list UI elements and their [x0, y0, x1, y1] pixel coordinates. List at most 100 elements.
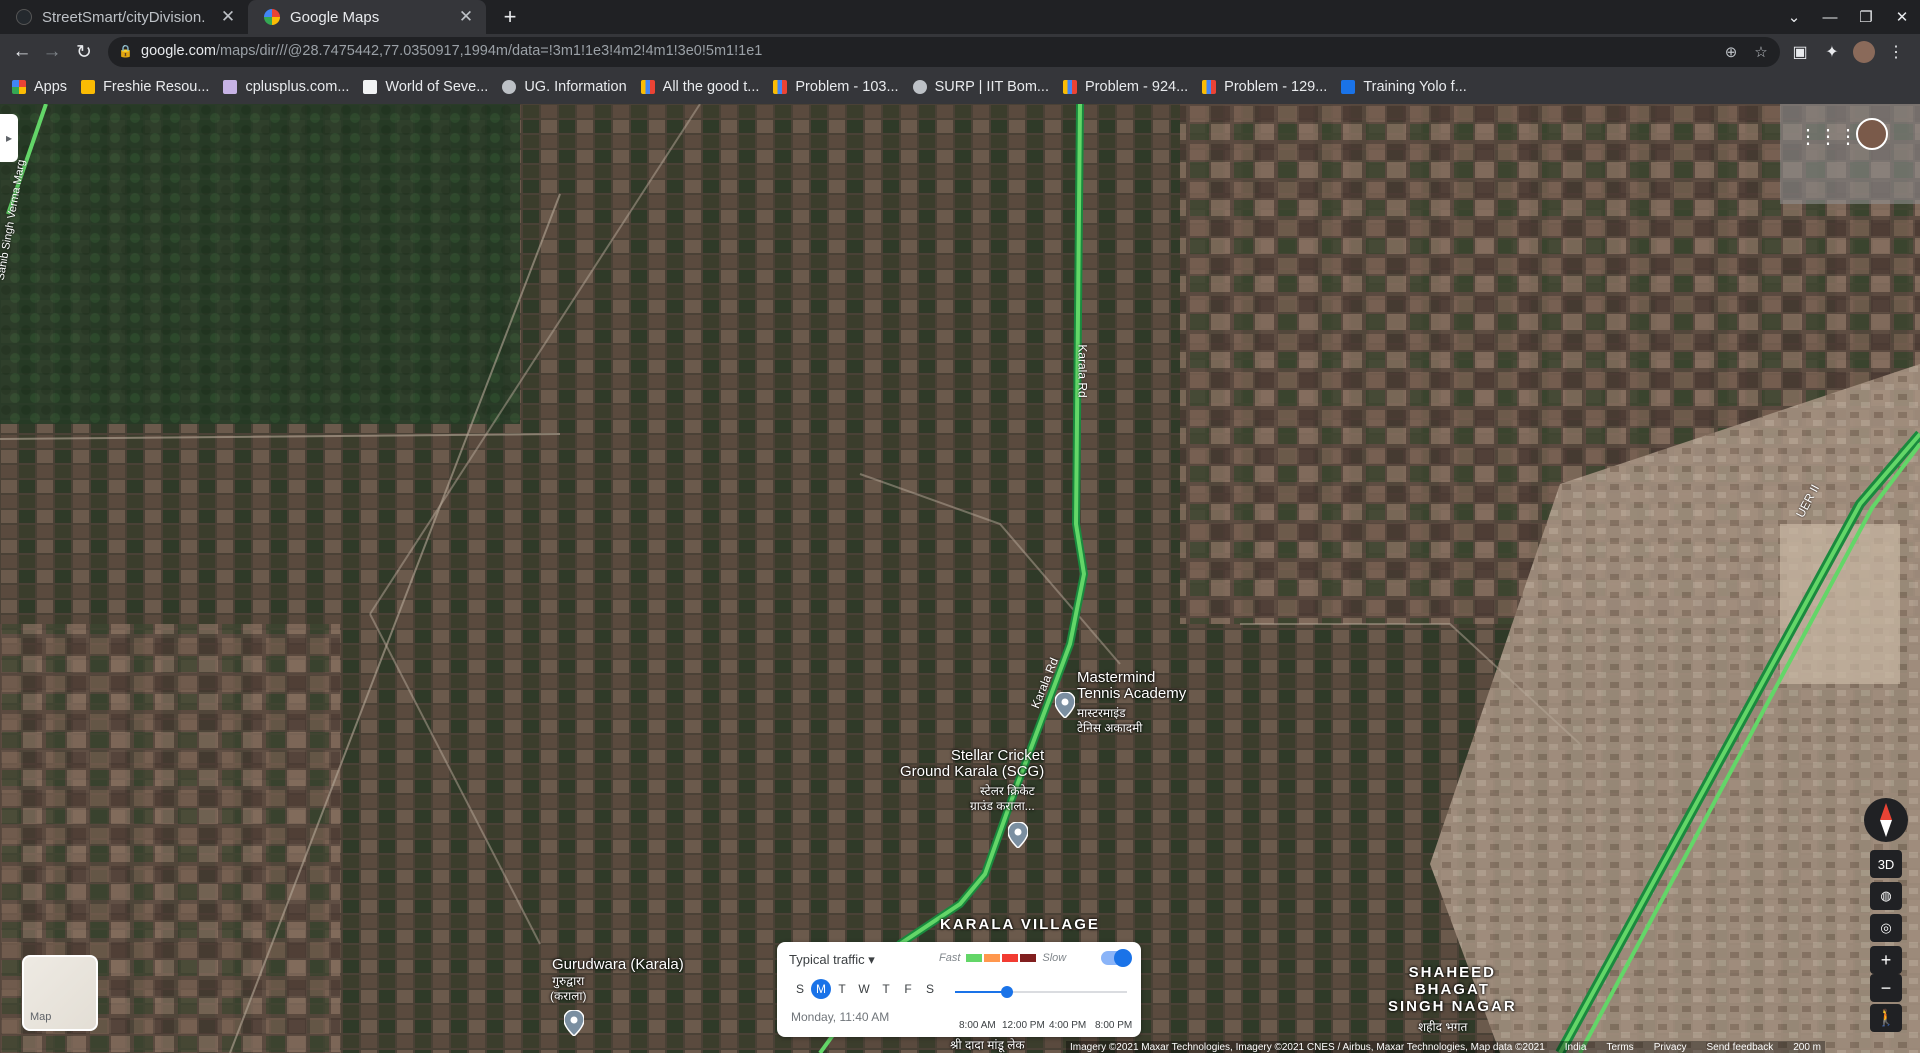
- tab-google-maps[interactable]: Google Maps ✕: [248, 0, 486, 34]
- privacy-link[interactable]: Privacy: [1654, 1042, 1687, 1053]
- place-label-bottom-local: श्री दादा मांडू लेक: [950, 1038, 1025, 1052]
- map-layer-switcher[interactable]: Map: [22, 955, 98, 1031]
- reload-icon[interactable]: ↻: [70, 38, 98, 66]
- legend-swatch: [984, 954, 1001, 962]
- zoom-out-button[interactable]: −: [1870, 974, 1902, 1002]
- close-icon[interactable]: ✕: [218, 7, 238, 27]
- send-feedback-link[interactable]: Send feedback: [1706, 1042, 1773, 1053]
- bookmarks-bar: Apps Freshie Resou... cplusplus.com... W…: [0, 70, 1920, 104]
- place-pin-icon[interactable]: [1008, 822, 1028, 848]
- area-label-shaheed-local: शहीद भगत: [1418, 1020, 1468, 1034]
- address-bar[interactable]: 🔒 google.com/maps/dir///@28.7475442,77.0…: [108, 37, 1780, 67]
- collapse-side-panel-button[interactable]: ▸: [0, 114, 18, 162]
- menu-kebab-icon[interactable]: ⋮: [1884, 40, 1908, 64]
- bookmark-label: World of Seve...: [385, 79, 489, 95]
- site-icon: [1341, 80, 1356, 94]
- install-app-icon[interactable]: ⊕: [1722, 43, 1740, 61]
- bookmark-label: cplusplus.com...: [245, 79, 350, 95]
- legend-swatch: [966, 954, 983, 962]
- tab-streetsmart[interactable]: StreetSmart/cityDivision. ✕: [0, 0, 248, 34]
- close-icon[interactable]: ✕: [456, 7, 476, 27]
- bookmark-cplusplus[interactable]: cplusplus.com...: [223, 79, 349, 95]
- maximize-button[interactable]: ❐: [1848, 0, 1884, 34]
- layer-label: Map: [30, 1011, 52, 1023]
- day-monday[interactable]: M: [811, 979, 831, 999]
- extension-icon[interactable]: ▣: [1788, 40, 1812, 64]
- bookmark-surp[interactable]: SURP | IIT Bom...: [912, 79, 1049, 95]
- tick-label: 4:00 PM: [1049, 1020, 1087, 1031]
- close-window-button[interactable]: ✕: [1884, 0, 1920, 34]
- minimize-button[interactable]: —: [1812, 0, 1848, 34]
- back-arrow-icon[interactable]: ←: [8, 38, 36, 66]
- traffic-mode-label: Typical traffic: [789, 952, 865, 967]
- compass-icon[interactable]: [1864, 798, 1908, 842]
- place-label-stellar-cricket[interactable]: Stellar Cricket Ground Karala (SCG): [900, 748, 1044, 780]
- zoom-in-button[interactable]: +: [1870, 946, 1902, 974]
- bookmark-problem-924[interactable]: Problem - 924...: [1063, 79, 1188, 95]
- day-wednesday[interactable]: W: [853, 979, 875, 999]
- traffic-mode-dropdown[interactable]: Typical traffic ▾: [789, 952, 875, 968]
- bookmark-problem-129[interactable]: Problem - 129...: [1202, 79, 1327, 95]
- traffic-toggle[interactable]: [1101, 949, 1132, 967]
- apps-grid-icon: [12, 80, 26, 94]
- puzzle-extensions-icon[interactable]: ✦: [1820, 40, 1844, 64]
- map-canvas[interactable]: ▸ ⋮⋮⋮ Karala Rd Karala Rd UER II Sahib S…: [0, 104, 1920, 1053]
- my-location-icon[interactable]: ◎: [1870, 914, 1902, 942]
- traffic-legend: Fast Slow: [939, 952, 1066, 964]
- day-sunday[interactable]: S: [789, 979, 811, 999]
- bookmark-ug-information[interactable]: UG. Information: [502, 79, 627, 95]
- bookmark-world-of-seven[interactable]: World of Seve...: [363, 79, 488, 95]
- day-friday[interactable]: F: [897, 979, 919, 999]
- legend-swatch: [1020, 954, 1037, 962]
- road-label-karala-rd: Karala Rd: [1075, 344, 1090, 398]
- codeforces-icon: [1063, 80, 1077, 94]
- day-thursday[interactable]: T: [875, 979, 897, 999]
- tick-label: 12:00 PM: [1002, 1020, 1045, 1031]
- globe-view-icon[interactable]: ◍: [1870, 882, 1902, 910]
- pegman-street-view-icon[interactable]: 🚶: [1870, 1004, 1902, 1032]
- tab-title: Google Maps: [290, 8, 380, 26]
- terms-link[interactable]: Terms: [1606, 1042, 1633, 1053]
- new-tab-button[interactable]: +: [498, 4, 522, 29]
- profile-avatar[interactable]: [1853, 41, 1875, 63]
- account-avatar[interactable]: [1856, 118, 1888, 150]
- tilt-3d-button[interactable]: 3D: [1870, 850, 1902, 878]
- tab-strip: StreetSmart/cityDivision. ✕ Google Maps …: [0, 0, 1920, 34]
- bookmark-label: Apps: [34, 79, 68, 95]
- lock-icon: 🔒: [118, 44, 133, 58]
- bookmark-freshie[interactable]: Freshie Resou...: [81, 79, 209, 95]
- time-slider-knob[interactable]: [1000, 986, 1013, 998]
- day-selector: S M T W T F S: [789, 979, 941, 999]
- forward-arrow-icon[interactable]: →: [38, 38, 66, 66]
- legend-fast-label: Fast: [939, 952, 961, 964]
- url-text[interactable]: google.com/maps/dir///@28.7475442,77.035…: [141, 43, 762, 59]
- legend-slow-label: Slow: [1042, 952, 1067, 964]
- day-saturday[interactable]: S: [919, 979, 941, 999]
- place-label-gurudwara[interactable]: Gurudwara (Karala): [552, 956, 684, 973]
- scale-bar[interactable]: 200 m: [1793, 1042, 1821, 1053]
- place-label-mastermind-tennis[interactable]: Mastermind Tennis Academy: [1077, 670, 1186, 702]
- tab-search-icon[interactable]: ⌄: [1776, 0, 1812, 34]
- day-tuesday[interactable]: T: [831, 979, 853, 999]
- place-pin-icon[interactable]: [1055, 692, 1075, 718]
- cplusplus-icon: [223, 80, 238, 94]
- area-label-karala-village: KARALA VILLAGE: [940, 916, 1100, 933]
- google-maps-icon: [264, 9, 280, 25]
- place-pin-icon[interactable]: [564, 1010, 584, 1036]
- time-slider[interactable]: [955, 986, 1127, 998]
- country-link[interactable]: India: [1565, 1042, 1587, 1053]
- seven-icon: [363, 80, 378, 94]
- codeforces-icon: [773, 80, 788, 94]
- bookmark-training-yolo[interactable]: Training Yolo f...: [1341, 79, 1467, 95]
- google-apps-icon[interactable]: ⋮⋮⋮: [1798, 124, 1858, 148]
- bookmark-apps[interactable]: Apps: [12, 79, 67, 95]
- globe-icon: [502, 80, 517, 94]
- bookmark-all-the-good[interactable]: All the good t...: [640, 79, 759, 95]
- time-slider-fill: [955, 991, 1007, 993]
- bookmark-star-icon[interactable]: ☆: [1752, 43, 1770, 61]
- area-label-shaheed-bhagat-singh-nagar: SHAHEED BHAGAT SINGH NAGAR: [1388, 964, 1517, 1015]
- bookmark-problem-103[interactable]: Problem - 103...: [773, 79, 899, 95]
- typical-traffic-panel: Typical traffic ▾ Fast Slow S M T W T F …: [777, 942, 1141, 1037]
- drive-icon: [81, 80, 96, 94]
- tick-label: 8:00 PM: [1095, 1020, 1133, 1031]
